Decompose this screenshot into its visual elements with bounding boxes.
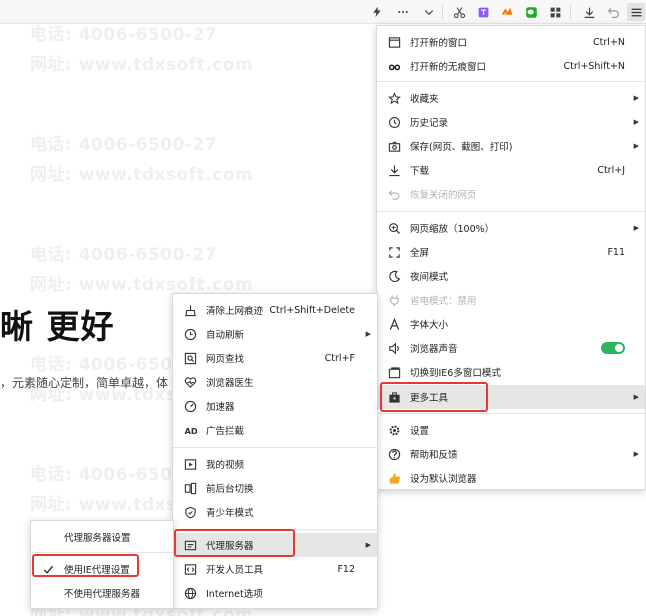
moon-icon <box>387 269 401 283</box>
menu-item-incognito-window[interactable]: 打开新的无痕窗口 Ctrl+Shift+N <box>377 54 645 78</box>
submenu-arrow-icon: ▶ <box>365 330 371 338</box>
menu-item-no-proxy[interactable]: 不使用代理服务器 <box>31 581 173 605</box>
gear-icon <box>387 423 401 437</box>
clock-icon <box>387 115 401 129</box>
menu-item-fullscreen[interactable]: 全屏 F11 <box>377 240 645 264</box>
menu-divider <box>377 211 645 212</box>
page-headline: 晰 更好 <box>0 307 115 346</box>
ad-block-icon: AD <box>183 423 197 437</box>
restore-icon <box>387 187 401 201</box>
switch-icon <box>183 481 197 495</box>
globe-icon <box>183 586 197 600</box>
submenu-arrow-icon: ▶ <box>633 450 639 458</box>
menu-item-my-videos[interactable]: 我的视频 <box>173 452 377 476</box>
menu-item-auto-refresh[interactable]: 自动刷新 ▶ <box>173 322 377 346</box>
highlight-proxy-server <box>174 529 295 557</box>
broom-icon <box>183 303 197 317</box>
menu-item-ie6-mode[interactable]: 切换到IE6多窗口模式 <box>377 360 645 384</box>
submenu-arrow-icon: ▶ <box>365 541 371 549</box>
apps-icon[interactable] <box>546 3 564 21</box>
code-icon <box>183 562 197 576</box>
menu-item-help[interactable]: 帮助和反馈 ▶ <box>377 442 645 466</box>
more-icon[interactable] <box>394 3 412 21</box>
video-icon <box>183 457 197 471</box>
window-icon <box>387 35 401 49</box>
menu-item-power-save[interactable]: 省电模式：禁用 <box>377 288 645 312</box>
highlight-use-ie-proxy <box>32 554 139 577</box>
chevron-down-icon[interactable] <box>420 3 438 21</box>
menu-divider <box>31 552 173 553</box>
toolbar-divider <box>570 5 571 19</box>
highlight-more-tools <box>380 382 488 412</box>
flash-icon[interactable] <box>368 3 386 21</box>
browser-toolbar <box>0 0 646 24</box>
submenu-arrow-icon: ▶ <box>633 94 639 102</box>
menu-item-default-browser[interactable]: 设为默认浏览器 <box>377 466 645 490</box>
page-subline: ，元素随心定制，简单卓越，体 <box>0 376 169 390</box>
download-icon[interactable] <box>580 3 598 21</box>
wechat-icon[interactable] <box>522 3 540 21</box>
menu-item-new-window[interactable]: 打开新的窗口 Ctrl+N <box>377 30 645 54</box>
menu-item-dev-tools[interactable]: 开发人员工具 F12 <box>173 557 377 581</box>
fullscreen-icon <box>387 245 401 259</box>
window-switch-icon <box>387 365 401 379</box>
submenu-arrow-icon: ▶ <box>633 142 639 150</box>
menu-item-settings[interactable]: 设置 <box>377 418 645 442</box>
watermark-phone: 电话: 4006-6500-27 <box>30 245 218 265</box>
menu-divider <box>173 447 377 448</box>
thumbs-up-icon <box>387 471 401 485</box>
camera-icon <box>387 139 401 153</box>
download-icon <box>387 163 401 177</box>
watermark-site: 网址: www.tdxsoft.com <box>30 55 254 75</box>
speedometer-icon <box>183 399 197 413</box>
more-tools-menu: 清除上网痕迹 Ctrl+Shift+Delete 自动刷新 ▶ 网页查找 Ctr… <box>172 293 378 609</box>
star-icon <box>387 91 401 105</box>
menu-item-find[interactable]: 网页查找 Ctrl+F <box>173 346 377 370</box>
menu-icon[interactable] <box>627 3 645 21</box>
zoom-icon <box>387 221 401 235</box>
font-icon <box>387 317 401 331</box>
toolbar-divider <box>442 5 443 19</box>
menu-item-browser-doctor[interactable]: 浏览器医生 <box>173 370 377 394</box>
menu-divider <box>377 413 645 414</box>
watermark-phone: 电话: 4006-6500-27 <box>30 135 218 155</box>
scissors-icon[interactable] <box>450 3 468 21</box>
menu-item-accelerator[interactable]: 加速器 <box>173 394 377 418</box>
menu-item-night-mode[interactable]: 夜间模式 <box>377 264 645 288</box>
svg-text:AD: AD <box>184 426 197 436</box>
watermark-site: 网址: www.tdxsoft.com <box>30 165 254 185</box>
refresh-icon <box>183 327 197 341</box>
menu-item-zoom[interactable]: 网页缩放（100%） ▶ <box>377 216 645 240</box>
help-icon <box>387 447 401 461</box>
submenu-arrow-icon: ▶ <box>633 393 639 401</box>
menu-item-proxy-settings[interactable]: 代理服务器设置 <box>31 525 173 549</box>
menu-item-foreground-switch[interactable]: 前后台切换 <box>173 476 377 500</box>
speaker-icon <box>387 341 401 355</box>
menu-item-save[interactable]: 保存(网页、截图、打印) ▶ <box>377 134 645 158</box>
plug-icon <box>387 293 401 307</box>
menu-item-download[interactable]: 下载 Ctrl+J <box>377 158 645 182</box>
submenu-arrow-icon: ▶ <box>633 224 639 232</box>
game-icon[interactable] <box>498 3 516 21</box>
sound-toggle[interactable] <box>601 342 625 354</box>
submenu-arrow-icon: ▶ <box>633 118 639 126</box>
heart-icon <box>183 375 197 389</box>
incognito-icon <box>387 59 401 73</box>
menu-item-clear-traces[interactable]: 清除上网痕迹 Ctrl+Shift+Delete <box>173 298 377 322</box>
menu-item-font-size[interactable]: 字体大小 <box>377 312 645 336</box>
menu-item-teen-mode[interactable]: 青少年模式 <box>173 500 377 524</box>
menu-item-browser-sound[interactable]: 浏览器声音 <box>377 336 645 360</box>
menu-item-favorites[interactable]: 收藏夹 ▶ <box>377 86 645 110</box>
undo-icon[interactable] <box>604 3 622 21</box>
shield-icon <box>183 505 197 519</box>
translate-icon[interactable] <box>474 3 492 21</box>
menu-item-history[interactable]: 历史记录 ▶ <box>377 110 645 134</box>
menu-item-internet-options[interactable]: Internet选项 <box>173 581 377 605</box>
menu-item-restore-closed[interactable]: 恢复关闭的网页 <box>377 182 645 206</box>
main-menu: 打开新的窗口 Ctrl+N 打开新的无痕窗口 Ctrl+Shift+N 收藏夹 … <box>376 25 646 490</box>
menu-item-ad-block[interactable]: AD 广告拦截 <box>173 418 377 442</box>
find-icon <box>183 351 197 365</box>
menu-divider <box>377 81 645 82</box>
watermark-site: 网址: www.tdxsoft.com <box>30 275 254 295</box>
